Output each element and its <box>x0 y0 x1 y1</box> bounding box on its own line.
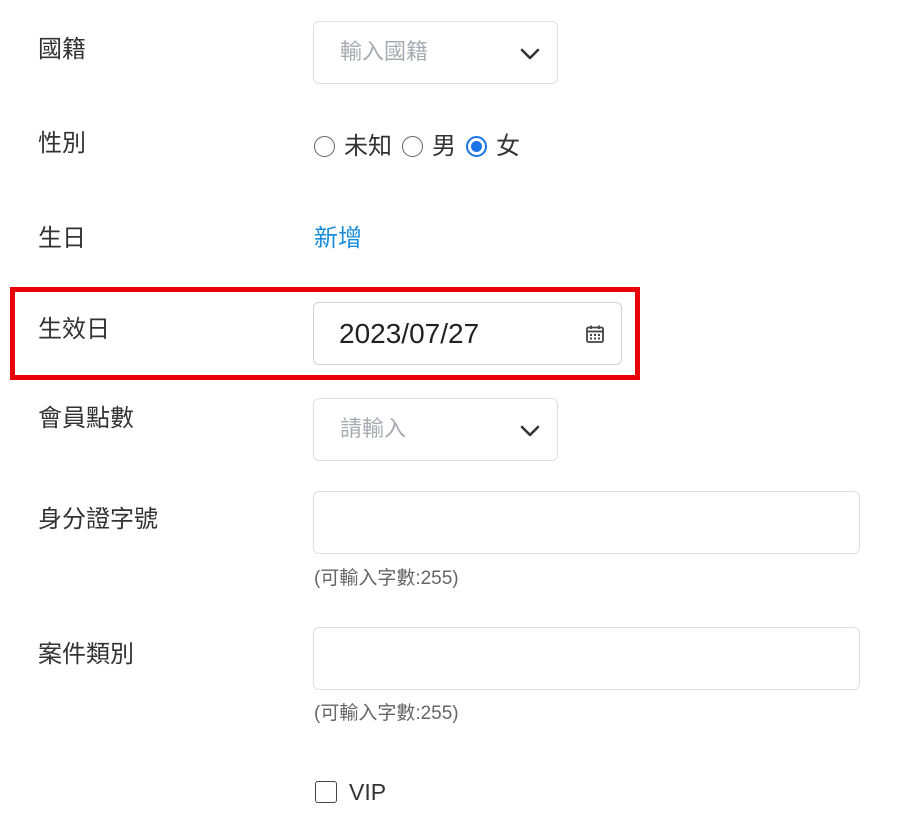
case-category-input[interactable] <box>313 627 860 690</box>
id-number-input[interactable] <box>313 491 860 554</box>
vip-label: VIP <box>349 779 387 805</box>
id-number-label: 身分證字號 <box>38 505 158 533</box>
radio-unchecked-icon[interactable] <box>314 135 335 157</box>
member-points-label: 會員點數 <box>38 404 134 432</box>
gender-option-male[interactable]: 男 <box>402 130 456 162</box>
radio-checked-icon[interactable] <box>466 135 487 157</box>
nationality-placeholder: 輸入國籍 <box>340 40 429 65</box>
member-points-placeholder: 請輸入 <box>340 417 407 442</box>
radio-unchecked-icon[interactable] <box>402 135 423 157</box>
chevron-down-icon <box>520 48 540 60</box>
nationality-label: 國籍 <box>38 35 86 63</box>
calendar-icon[interactable] <box>585 324 605 344</box>
gender-radio-group: 未知 男 女 <box>314 128 530 164</box>
gender-option-label: 未知 <box>344 132 392 160</box>
case-category-label: 案件類別 <box>38 640 134 668</box>
effective-date-label: 生效日 <box>38 315 110 343</box>
effective-date-value: 2023/07/27 <box>339 318 480 349</box>
member-form: 國籍 輸入國籍 性別 未知 男 女 生日 新增 生效日 2023/07/27 會… <box>0 0 917 829</box>
gender-option-unknown[interactable]: 未知 <box>314 130 392 162</box>
birthday-add-link[interactable]: 新增 <box>314 222 362 254</box>
case-category-hint: (可輸入字數:255) <box>314 703 459 724</box>
id-number-hint: (可輸入字數:255) <box>314 568 459 589</box>
vip-checkbox-row[interactable]: VIP <box>315 778 386 806</box>
effective-date-input[interactable]: 2023/07/27 <box>313 302 622 365</box>
gender-option-label: 男 <box>432 132 456 160</box>
chevron-down-icon <box>520 425 540 437</box>
member-points-select[interactable]: 請輸入 <box>313 398 558 461</box>
gender-option-female[interactable]: 女 <box>466 130 520 162</box>
vip-checkbox[interactable] <box>315 781 337 803</box>
gender-label: 性別 <box>38 129 86 157</box>
birthday-label: 生日 <box>38 224 86 252</box>
gender-option-label: 女 <box>496 132 520 160</box>
nationality-select[interactable]: 輸入國籍 <box>313 21 558 84</box>
